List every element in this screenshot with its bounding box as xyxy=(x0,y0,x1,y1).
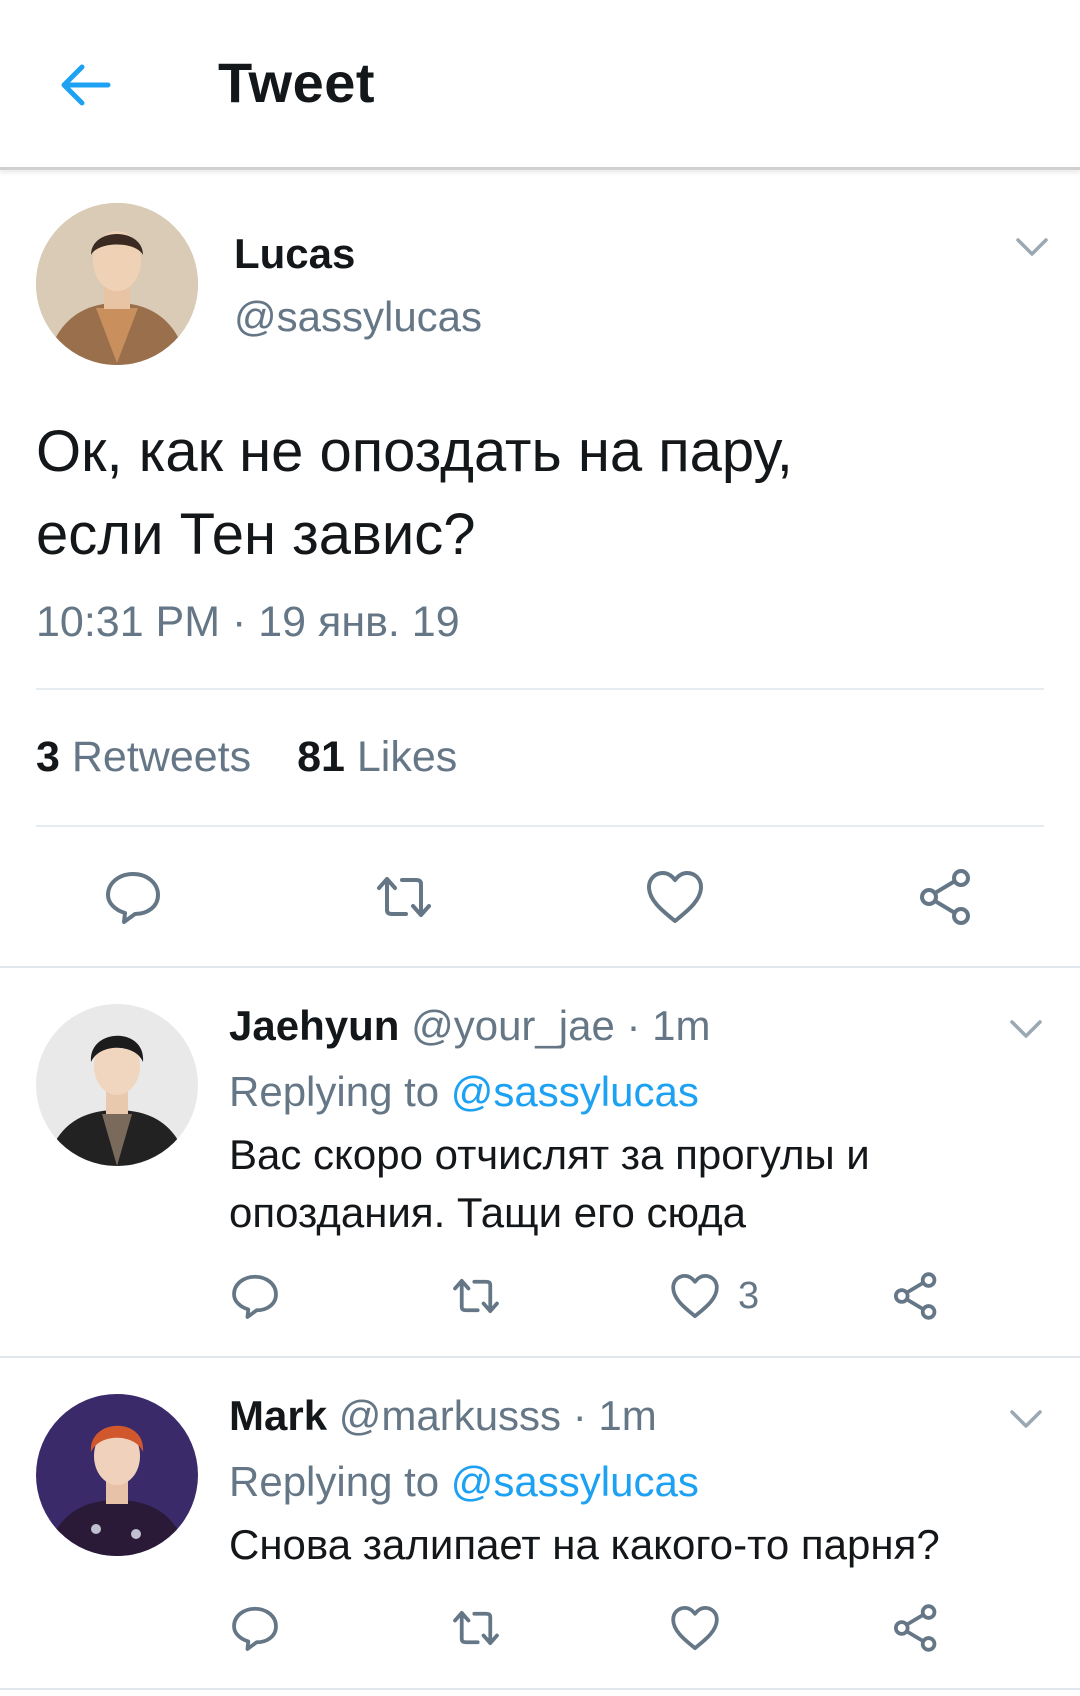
reply-author-name[interactable]: Jaehyun xyxy=(229,1002,399,1049)
tweet-menu-button[interactable] xyxy=(1012,232,1052,262)
back-button[interactable] xyxy=(52,52,118,118)
tweet-stats: 3 Retweets 81 Likes xyxy=(36,733,491,782)
reply-text-line: Снова залипает на какого-то парня? xyxy=(229,1521,940,1568)
share-icon xyxy=(920,869,970,925)
share-icon xyxy=(893,1604,937,1652)
replying-to-mention[interactable]: @sassylucas xyxy=(451,1458,699,1505)
likes-label: Likes xyxy=(356,733,458,781)
reply-button[interactable] xyxy=(102,866,164,928)
retweet-icon xyxy=(453,1611,499,1645)
share-button[interactable] xyxy=(915,866,977,928)
tweet-text-line: если Тен завис? xyxy=(36,502,476,567)
retweet-button[interactable] xyxy=(373,866,435,928)
like-button[interactable] xyxy=(669,1270,721,1322)
like-count: 3 xyxy=(738,1275,760,1317)
share-button[interactable] xyxy=(890,1602,942,1654)
divider xyxy=(36,688,1044,690)
avatar-image xyxy=(36,1004,198,1166)
avatar-image xyxy=(36,1394,198,1556)
arrow-left-icon xyxy=(61,64,111,106)
replying-to: Replying to @sassylucas xyxy=(229,1458,699,1506)
tweet-timestamp: 10:31 PM · 19 янв. 19 xyxy=(36,598,460,646)
divider xyxy=(36,825,1044,827)
avatar[interactable] xyxy=(36,1394,198,1556)
section-divider xyxy=(0,1688,1080,1690)
reply-author-handle[interactable]: @your_jae xyxy=(411,1002,615,1049)
avatar-image xyxy=(36,203,198,365)
reply-time: · 1m xyxy=(572,1392,657,1439)
share-button[interactable] xyxy=(890,1270,942,1322)
reply-text: Вас скоро отчислят за прогулы и опоздани… xyxy=(229,1126,1029,1242)
section-divider xyxy=(0,1356,1080,1358)
replying-to: Replying to @sassylucas xyxy=(229,1068,699,1116)
avatar[interactable] xyxy=(36,203,198,365)
retweet-icon xyxy=(377,877,431,917)
heart-icon xyxy=(647,871,703,923)
replying-to-label: Replying to xyxy=(229,1458,440,1505)
chevron-down-icon xyxy=(1010,1410,1042,1428)
comment-icon xyxy=(106,872,160,924)
reply-text: Снова залипает на какого-то парня? xyxy=(229,1516,1029,1574)
author-name[interactable]: Lucas xyxy=(234,230,355,278)
tweet-text: Ок, как не опоздать на пару, если Тен за… xyxy=(36,410,1036,576)
chevron-down-icon xyxy=(1016,238,1048,256)
chevron-down-icon xyxy=(1010,1020,1042,1038)
reply-text-line: опоздания. Тащи его сюда xyxy=(229,1189,746,1236)
reply-header: Mark @markusss · 1m xyxy=(229,1392,657,1440)
reply-menu-button[interactable] xyxy=(1006,1014,1046,1044)
retweet-button[interactable] xyxy=(450,1602,502,1654)
retweet-button[interactable] xyxy=(450,1270,502,1322)
retweets-stat[interactable]: 3 Retweets xyxy=(36,733,251,781)
top-app-bar: Tweet xyxy=(0,0,1080,170)
heart-icon xyxy=(671,1273,719,1319)
reply-author-handle[interactable]: @markusss xyxy=(339,1392,561,1439)
replying-to-label: Replying to xyxy=(229,1068,440,1115)
retweets-label: Retweets xyxy=(71,733,252,781)
reply-author-name[interactable]: Mark xyxy=(229,1392,327,1439)
reply-button[interactable] xyxy=(229,1602,281,1654)
avatar[interactable] xyxy=(36,1004,198,1166)
replying-to-mention[interactable]: @sassylucas xyxy=(451,1068,699,1115)
reply-header: Jaehyun @your_jae · 1m xyxy=(229,1002,711,1050)
share-icon xyxy=(893,1272,937,1320)
reply-button[interactable] xyxy=(229,1270,281,1322)
retweet-icon xyxy=(453,1279,499,1313)
comment-icon xyxy=(232,1606,278,1651)
like-button[interactable] xyxy=(669,1602,721,1654)
page-title: Tweet xyxy=(218,51,376,114)
section-divider xyxy=(0,966,1080,968)
reply-time: · 1m xyxy=(626,1002,711,1049)
reply-text-line: Вас скоро отчислят за прогулы и xyxy=(229,1131,870,1178)
tweet-text-line: Ок, как не опоздать на пару, xyxy=(36,419,793,484)
retweets-count: 3 xyxy=(36,733,60,781)
likes-stat[interactable]: 81 Likes xyxy=(297,733,457,781)
heart-icon xyxy=(671,1605,719,1651)
reply-menu-button[interactable] xyxy=(1006,1404,1046,1434)
comment-icon xyxy=(232,1274,278,1319)
like-button[interactable] xyxy=(644,866,706,928)
author-handle[interactable]: @sassylucas xyxy=(234,293,482,341)
likes-count: 81 xyxy=(297,733,345,781)
